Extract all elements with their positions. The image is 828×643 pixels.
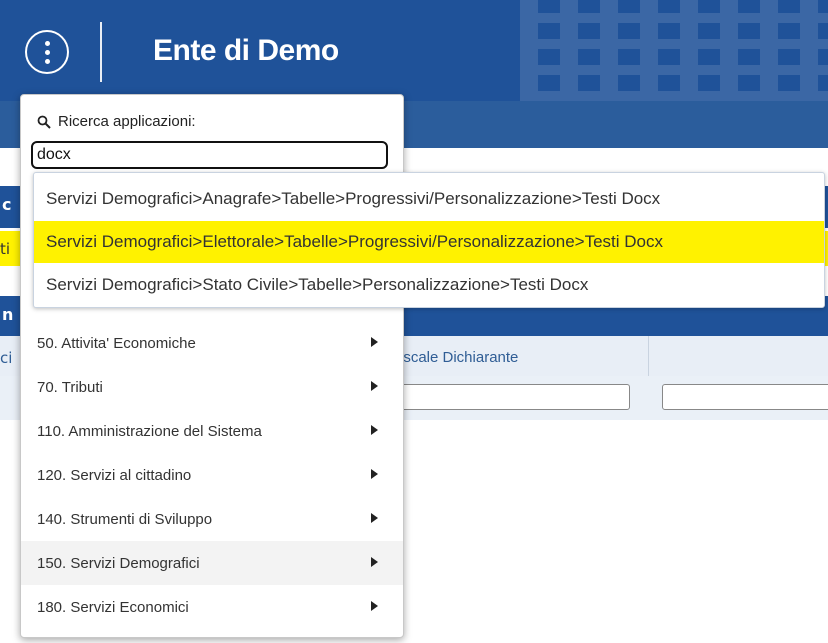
caret-right-icon	[371, 601, 378, 611]
caret-right-icon	[371, 337, 378, 347]
menu-item-strumenti-sviluppo[interactable]: 140. Strumenti di Sviluppo	[21, 497, 403, 541]
menu-item-servizi-demografici[interactable]: 150. Servizi Demografici	[21, 541, 403, 585]
column-header-dichiarante[interactable]: iscale Dichiarante	[400, 349, 518, 366]
search-icon	[37, 115, 51, 129]
search-input[interactable]	[31, 141, 388, 169]
search-label-text: Ricerca applicazioni:	[58, 113, 196, 130]
menu-item-label: 70. Tributi	[37, 378, 103, 396]
menu-item-label: 120. Servizi al cittadino	[37, 466, 192, 484]
vertical-dots-icon	[44, 40, 50, 64]
menu-item-label: 50. Attivita' Economiche	[37, 334, 196, 352]
caret-right-icon	[371, 469, 378, 479]
section-title-fragment: c	[2, 195, 12, 214]
caret-right-icon	[371, 425, 378, 435]
header-background-pattern	[520, 0, 828, 101]
menu-item-tributi[interactable]: 70. Tributi	[21, 365, 403, 409]
menu-item-label: 140. Strumenti di Sviluppo	[37, 510, 213, 528]
menu-item-attivita-economiche[interactable]: 50. Attivita' Economiche	[21, 321, 403, 365]
caret-right-icon	[371, 513, 378, 523]
menu-item-label: 150. Servizi Demografici	[37, 554, 200, 572]
app-header: Ente di Demo	[0, 0, 828, 101]
app-title: Ente di Demo	[153, 34, 339, 67]
search-label: Ricerca applicazioni:	[37, 113, 196, 130]
caret-right-icon	[371, 557, 378, 567]
menu-item-label: 110. Amministrazione del Sistema	[37, 422, 262, 440]
menu-item-servizi-cittadino[interactable]: 120. Servizi al cittadino	[21, 453, 403, 497]
search-result-item-highlighted[interactable]: Servizi Demografici>Elettorale>Tabelle>P…	[34, 221, 824, 263]
menu-item-servizi-economici[interactable]: 180. Servizi Economici	[21, 585, 403, 629]
caret-right-icon	[371, 381, 378, 391]
main-menu-button[interactable]	[25, 30, 69, 74]
search-result-item[interactable]: Servizi Demografici>Stato Civile>Tabelle…	[34, 264, 824, 306]
row-text-fragment: ti	[0, 240, 11, 258]
column-header-fragment: ci	[0, 349, 13, 367]
filter-input-next-column[interactable]	[662, 384, 828, 410]
search-results-list: Servizi Demografici>Anagrafe>Tabelle>Pro…	[33, 172, 825, 308]
column-separator	[648, 336, 649, 376]
menu-item-label: 180. Servizi Economici	[37, 598, 189, 616]
menu-item-amministrazione-sistema[interactable]: 110. Amministrazione del Sistema	[21, 409, 403, 453]
header-divider	[100, 22, 102, 82]
search-result-item[interactable]: Servizi Demografici>Anagrafe>Tabelle>Pro…	[34, 178, 824, 220]
grid-title-fragment: n	[2, 305, 14, 324]
filter-input-dichiarante[interactable]	[395, 384, 630, 410]
